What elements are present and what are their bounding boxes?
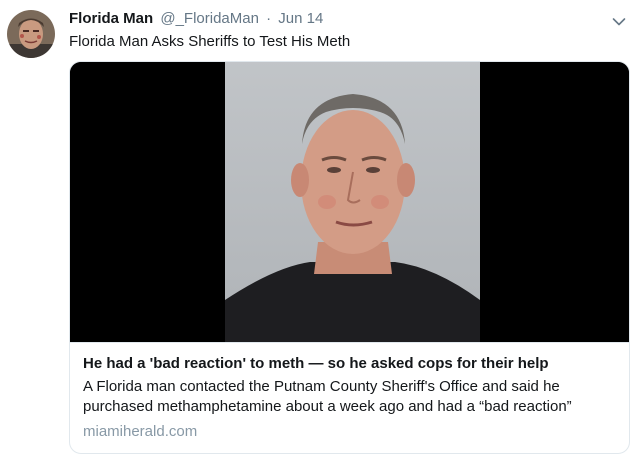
header-separator: · xyxy=(266,10,272,27)
mugshot-photo xyxy=(70,62,629,342)
card-domain[interactable]: miamiherald.com xyxy=(83,422,619,442)
author-handle[interactable]: @_FloridaMan xyxy=(160,10,259,27)
chevron-down-icon[interactable] xyxy=(612,14,626,26)
card-description-line: A Florida man contacted the Putnam Count… xyxy=(83,378,560,395)
card-body[interactable]: He had a 'bad reaction' to meth — so he … xyxy=(70,342,629,453)
avatar-image xyxy=(7,10,55,58)
tweet-header: Florida Man @_FloridaMan · Jun 14 xyxy=(69,9,323,29)
card-title[interactable]: He had a 'bad reaction' to meth — so he … xyxy=(83,354,619,374)
card-description-line: purchased methamphetamine about a week a… xyxy=(83,398,572,415)
card-description: A Florida man contacted the Putnam Count… xyxy=(83,377,619,417)
card-image[interactable] xyxy=(70,62,629,342)
tweet-date[interactable]: Jun 14 xyxy=(278,10,323,27)
author-name[interactable]: Florida Man xyxy=(69,10,153,27)
tweet-text: Florida Man Asks Sheriffs to Test His Me… xyxy=(69,33,351,50)
avatar[interactable] xyxy=(7,10,55,58)
tweet[interactable]: Florida Man @_FloridaMan · Jun 14 Florid… xyxy=(0,0,640,455)
link-card[interactable]: He had a 'bad reaction' to meth — so he … xyxy=(69,61,630,454)
